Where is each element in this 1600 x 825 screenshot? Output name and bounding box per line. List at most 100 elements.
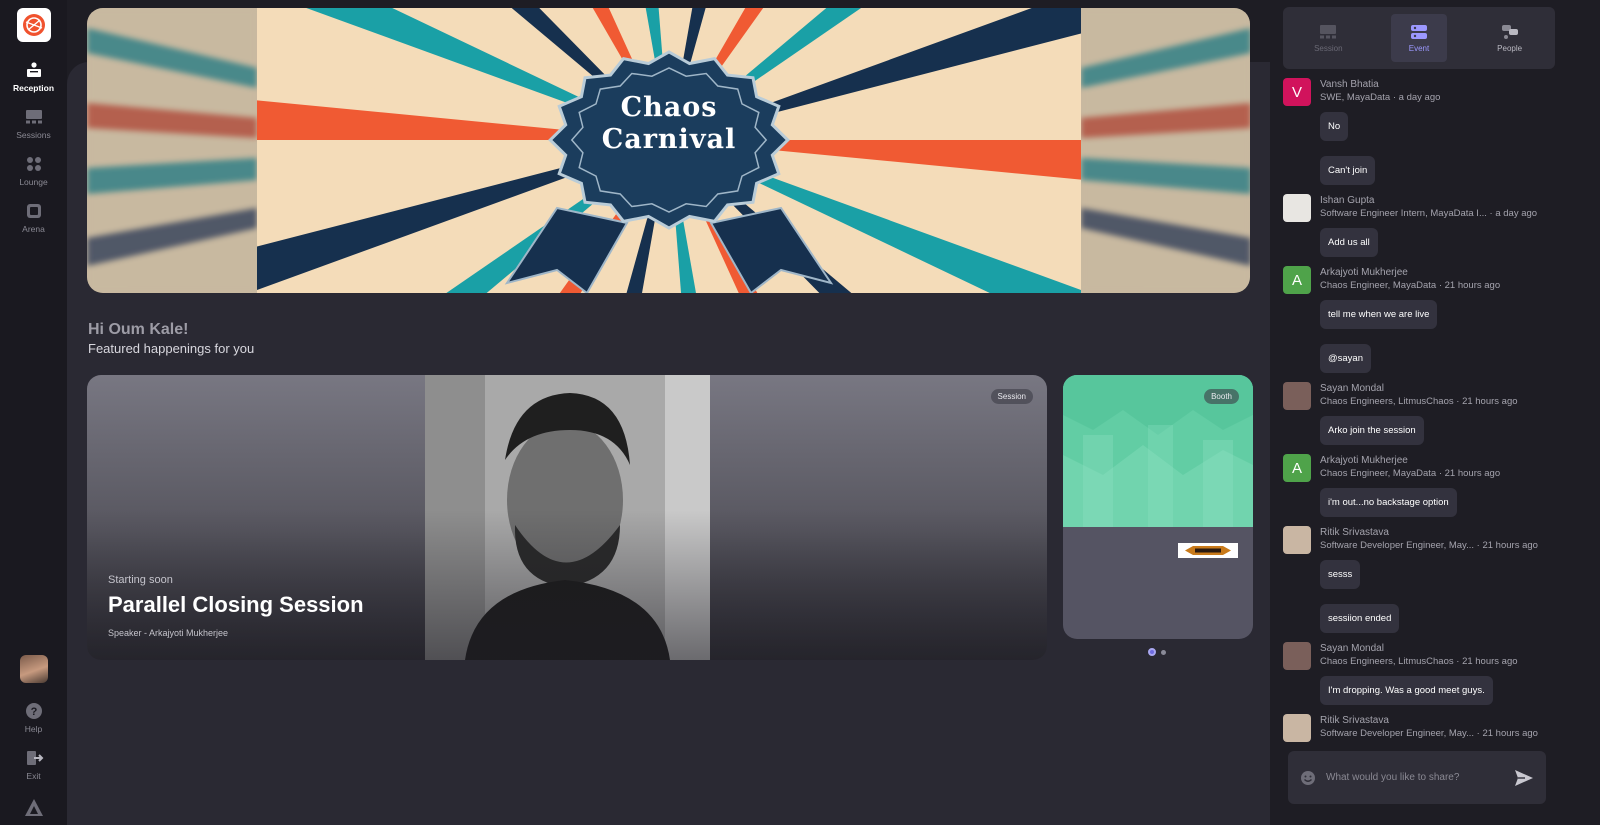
greeting-subtitle: Featured happenings for you — [88, 341, 255, 356]
emoji-icon[interactable] — [1300, 770, 1316, 786]
chat-avatar[interactable] — [1283, 382, 1311, 410]
message-composer — [1288, 751, 1546, 804]
chaos-logo-icon — [22, 14, 45, 36]
chat-message-header: Sayan Mondal Chaos Engineers, LitmusChaos… — [1283, 382, 1563, 410]
chat-sender-name[interactable]: Ritik Srivastava — [1320, 526, 1538, 539]
chat-message-header: Sayan Mondal Chaos Engineers, LitmusChaos… — [1283, 642, 1563, 670]
chat-message-header: Ritik Srivastava Software Developer Engin… — [1283, 526, 1563, 554]
user-avatar[interactable] — [19, 655, 48, 683]
chat-avatar[interactable]: V — [1283, 78, 1311, 106]
chat-message-text[interactable]: i'm out...no backstage option — [1320, 488, 1457, 517]
chat-meta: Ishan Gupta Software Engineer Intern, May… — [1320, 194, 1537, 220]
carousel-dot[interactable] — [1161, 649, 1166, 655]
reception-icon — [26, 62, 41, 77]
nav-label: Sessions — [16, 130, 51, 140]
chat-message-header: Ritik Srivastava Software Developer Engin… — [1283, 714, 1563, 742]
chat-message-group: Sayan Mondal Chaos Engineers, LitmusChaos… — [1283, 642, 1563, 705]
chat-sender-name[interactable]: Arkajyoti Mukherjee — [1320, 266, 1500, 279]
tab-people[interactable]: People — [1482, 14, 1538, 62]
chat-message-header: A Arkajyoti Mukherjee Chaos Engineer, Maya… — [1283, 454, 1563, 482]
chat-message-text[interactable]: sessiion ended — [1320, 604, 1400, 633]
chat-sender-role: Chaos Engineer, MayaData · 21 hours ago — [1320, 279, 1500, 292]
featured-booth-card[interactable]: Booth — [1063, 375, 1253, 639]
chat-sender-role: SWE, MayaData · a day ago — [1320, 91, 1440, 104]
chat-sender-name[interactable]: Arkajyoti Mukherjee — [1320, 454, 1500, 467]
chat-timestamp: 21 hours ago — [1482, 728, 1538, 739]
tab-event[interactable]: Event — [1390, 14, 1447, 62]
chat-role-text: Chaos Engineers, LitmusChaos — [1320, 396, 1454, 407]
chat-message-group: V Vansh Bhatia SWE, MayaData · a day ago No… — [1283, 78, 1563, 185]
chat-sender-name[interactable]: Sayan Mondal — [1320, 642, 1518, 655]
nav-item-sessions[interactable]: Sessions — [0, 107, 67, 140]
nav-item-help[interactable]: ? Help — [0, 701, 67, 734]
chat-meta: Sayan Mondal Chaos Engineers, LitmusChaos… — [1320, 642, 1518, 668]
event-tab-icon — [1410, 24, 1427, 39]
chat-sender-role: Chaos Engineers, LitmusChaos · 21 hours … — [1320, 655, 1518, 668]
chat-bubble-row: I'm dropping. Was a good meet guys. — [1283, 670, 1563, 705]
chat-avatar[interactable] — [1283, 194, 1311, 222]
chat-message-group: A Arkajyoti Mukherjee Chaos Engineer, Maya… — [1283, 266, 1563, 373]
chat-message-text[interactable]: Arko join the session — [1320, 416, 1424, 445]
chat-message-text[interactable]: tell me when we are live — [1320, 300, 1438, 329]
chat-avatar[interactable] — [1283, 714, 1311, 742]
chat-avatar[interactable] — [1283, 526, 1311, 554]
speaker-photo — [425, 375, 710, 660]
chat-message-text[interactable]: @sayan — [1320, 344, 1371, 373]
chat-message-text[interactable]: sesss — [1320, 560, 1361, 589]
carousel-dots — [1148, 648, 1166, 656]
people-tab-icon — [1501, 24, 1518, 39]
chat-bubble-row: No — [1283, 106, 1563, 141]
chat-sender-name[interactable]: Vansh Bhatia — [1320, 78, 1440, 91]
chat-role-text: Chaos Engineer, MayaData — [1320, 280, 1437, 291]
tab-label: Event — [1408, 43, 1430, 53]
chat-sender-name[interactable]: Sayan Mondal — [1320, 382, 1518, 395]
chat-meta: Arkajyoti Mukherjee Chaos Engineer, MayaD… — [1320, 454, 1500, 480]
nav-item-reception[interactable]: Reception — [0, 60, 67, 93]
chat-separator: · — [1436, 280, 1445, 291]
chat-message-text[interactable]: Add us all — [1320, 228, 1378, 257]
chat-message-group: A Arkajyoti Mukherjee Chaos Engineer, Maya… — [1283, 454, 1563, 517]
chat-meta: Arkajyoti Mukherjee Chaos Engineer, MayaD… — [1320, 266, 1500, 292]
send-icon[interactable] — [1514, 769, 1534, 787]
svg-text:?: ? — [30, 706, 37, 718]
chat-timestamp: 21 hours ago — [1482, 540, 1538, 551]
nav-item-arena[interactable]: Arena — [0, 201, 67, 234]
chat-message-header: V Vansh Bhatia SWE, MayaData · a day ago — [1283, 78, 1563, 106]
featured-session-card[interactable]: Session Starting soon Parallel Closing S… — [87, 375, 1047, 660]
chat-separator: · — [1390, 92, 1399, 103]
event-logo[interactable] — [16, 8, 51, 42]
chat-avatar[interactable] — [1283, 642, 1311, 670]
chat-avatar[interactable]: A — [1283, 454, 1311, 482]
chat-message-group: Ishan Gupta Software Engineer Intern, May… — [1283, 194, 1563, 257]
chat-message-header: A Arkajyoti Mukherjee Chaos Engineer, Maya… — [1283, 266, 1563, 294]
chat-meta: Ritik Srivastava Software Developer Engin… — [1320, 526, 1538, 552]
nav-label: Help — [24, 724, 43, 734]
chat-bubble-row: Add us all — [1283, 222, 1563, 257]
message-input[interactable] — [1326, 772, 1514, 783]
nav-label: Reception — [12, 83, 55, 93]
chat-sender-role: Software Developer Engineer, May... · 21… — [1320, 539, 1538, 552]
chat-separator: · — [1436, 468, 1445, 479]
chat-sender-role: Chaos Engineers, LitmusChaos · 21 hours … — [1320, 395, 1518, 408]
session-title: Parallel Closing Session — [108, 592, 364, 617]
nav-item-exit[interactable]: Exit — [0, 748, 67, 781]
left-nav: Reception Sessions Lounge Arena ? Help E… — [0, 0, 67, 825]
chat-bubble-row: sessiion ended — [1283, 598, 1563, 633]
right-panel: Session Event People V Vansh Bhatia SWE, M… — [1270, 0, 1600, 825]
chat-avatar[interactable]: A — [1283, 266, 1311, 294]
booth-sponsor-logo — [1178, 543, 1238, 558]
nav-item-lounge[interactable]: Lounge — [0, 154, 67, 187]
chat-meta: Sayan Mondal Chaos Engineers, LitmusChaos… — [1320, 382, 1518, 408]
chat-sender-name[interactable]: Ishan Gupta — [1320, 194, 1537, 207]
chat-message-text[interactable]: No — [1320, 112, 1349, 141]
chat-message-text[interactable]: Can't join — [1320, 156, 1376, 185]
chat-feed[interactable]: V Vansh Bhatia SWE, MayaData · a day ago No… — [1283, 78, 1563, 746]
tab-session[interactable]: Session — [1300, 14, 1356, 62]
carousel-dot-active[interactable] — [1148, 648, 1156, 656]
chat-sender-role: Software Developer Engineer, May... · 21… — [1320, 727, 1538, 740]
chat-bubble-row: Arko join the session — [1283, 410, 1563, 445]
chat-sender-name[interactable]: Ritik Srivastava — [1320, 714, 1538, 727]
chat-role-text: Chaos Engineer, MayaData — [1320, 468, 1437, 479]
chat-message-text[interactable]: I'm dropping. Was a good meet guys. — [1320, 676, 1493, 705]
chat-sender-role: Software Engineer Intern, MayaData I... … — [1320, 207, 1537, 220]
